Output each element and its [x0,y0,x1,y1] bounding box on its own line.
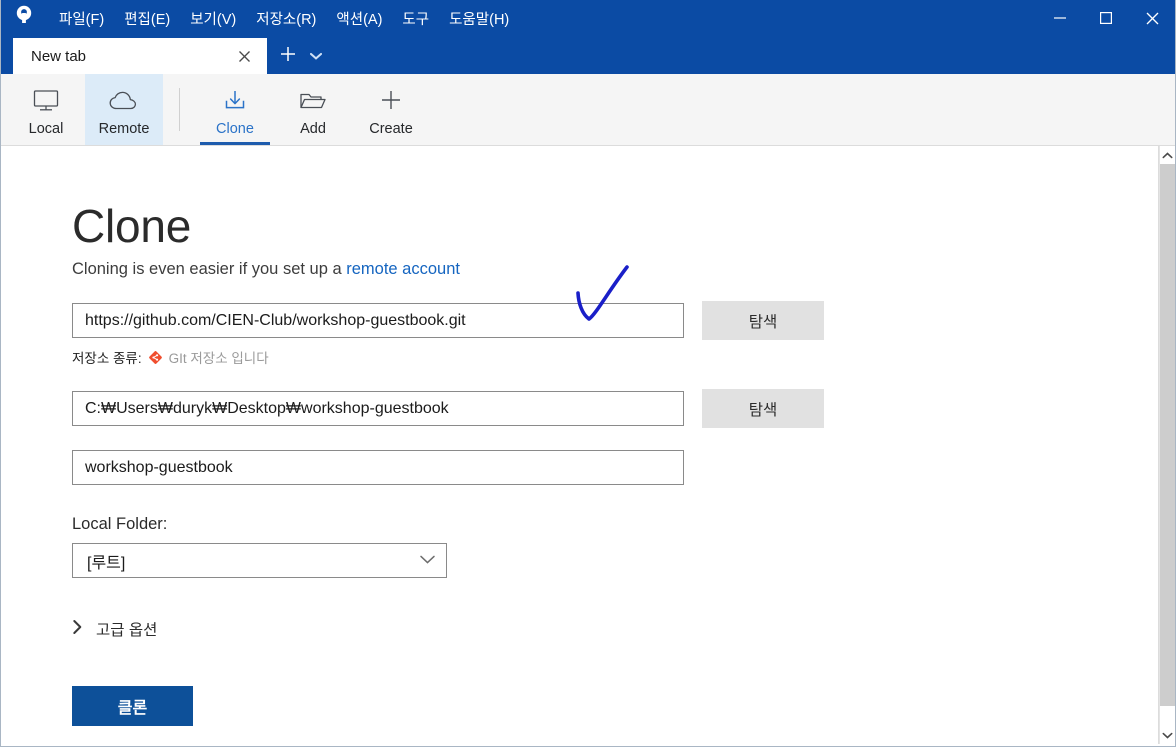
tab-strip: New tab [1,36,1175,74]
toolbar-label-remote: Remote [98,121,150,137]
toolbar-button-create[interactable]: Create [352,74,430,145]
local-folder-selected-value: [루트] [87,554,126,572]
menu-item-repository[interactable]: 저장소(R) [246,4,326,33]
git-diamond-icon [148,350,163,365]
maximize-icon [1099,11,1113,25]
destination-path-row: C:₩Users₩duryk₩Desktop₩workshop-guestboo… [72,389,1158,429]
cloud-icon [107,86,141,116]
toolbar-button-clone[interactable]: Clone [196,74,274,145]
clone-form: Clone Cloning is even easier if you set … [1,146,1158,727]
page-subtitle: Cloning is even easier if you set up a r… [72,260,1158,279]
menu-bar: 파일(F) 편집(E) 보기(V) 저장소(R) 액션(A) 도구 도움말(H) [49,4,519,33]
advanced-options-toggle[interactable]: 고급 옵션 [72,618,157,640]
remote-account-link[interactable]: remote account [346,260,460,278]
destination-path-input[interactable]: C:₩Users₩duryk₩Desktop₩workshop-guestboo… [72,391,684,427]
window-controls [1037,0,1175,36]
menu-item-file[interactable]: 파일(F) [49,4,114,33]
chevron-down-icon [419,552,436,570]
vertical-scrollbar[interactable] [1159,146,1175,744]
minimize-button[interactable] [1037,0,1083,36]
plus-icon [377,86,405,116]
tab-close-icon[interactable] [233,45,255,67]
menu-item-help[interactable]: 도움말(H) [439,4,519,33]
toolbar-label-local: Local [28,121,64,137]
page-title: Clone [72,200,192,252]
folder-icon [297,86,329,116]
destination-path-browse-button[interactable]: 탐색 [702,389,824,429]
toolbar-button-local[interactable]: Local [7,74,85,145]
content-wrapper: Clone Cloning is even easier if you set … [1,146,1175,744]
repository-name-row: workshop-guestbook [72,450,1158,486]
new-tab-button[interactable] [273,38,303,74]
toolbar-button-remote[interactable]: Remote [85,74,163,145]
subtitle-text: Cloning is even easier if you set up a [72,260,347,279]
local-folder-label: Local Folder: [72,515,168,534]
scrollbar-track[interactable] [1160,164,1175,726]
repository-type-label: 저장소 종류: [72,351,142,367]
menu-item-actions[interactable]: 액션(A) [326,4,392,33]
repository-type-value: GIt 저장소 입니다 [168,351,269,367]
menu-item-tools[interactable]: 도구 [392,4,439,33]
chevron-up-icon [1162,146,1173,164]
menu-item-view[interactable]: 보기(V) [180,4,246,33]
toolbar-button-add[interactable]: Add [274,74,352,145]
repository-type-status: 저장소 종류: GIt 저장소 입니다 [72,347,1158,367]
minimize-icon [1053,11,1067,25]
tab-label: New tab [31,47,87,65]
scrollbar-up-button[interactable] [1160,146,1175,164]
clone-submit-button[interactable]: 클론 [72,686,193,727]
chevron-right-icon [72,619,83,640]
source-url-row: https://github.com/CIEN-Club/workshop-gu… [72,301,1158,341]
clone-panel: Clone Cloning is even easier if you set … [1,146,1159,744]
application-window: 파일(F) 편집(E) 보기(V) 저장소(R) 액션(A) 도구 도움말(H) [0,0,1176,747]
source-url-browse-button[interactable]: 탐색 [702,301,824,341]
sourcetree-keyhole-icon [12,4,36,33]
scrollbar-down-button[interactable] [1160,726,1175,744]
advanced-options-label: 고급 옵션 [96,622,158,640]
toolbar-label-create: Create [369,121,413,137]
maximize-button[interactable] [1083,0,1129,36]
toolbar-separator [179,88,180,131]
tab-list-dropdown-button[interactable] [303,38,329,74]
close-button[interactable] [1129,0,1175,36]
title-bar: 파일(F) 편집(E) 보기(V) 저장소(R) 액션(A) 도구 도움말(H) [1,0,1175,36]
toolbar-label-clone: Clone [216,121,254,137]
plus-icon [279,43,297,69]
app-logo [1,0,47,36]
chevron-down-icon [1162,726,1173,744]
scrollbar-thumb[interactable] [1160,164,1175,706]
close-icon [1145,11,1160,26]
local-folder-select[interactable]: [루트] [72,543,447,579]
main-toolbar: Local Remote Clone Add Create [1,74,1175,146]
download-tray-icon [220,86,250,116]
toolbar-label-add: Add [300,121,326,137]
monitor-icon [31,86,61,116]
tab-new-tab[interactable]: New tab [13,38,267,74]
menu-item-edit[interactable]: 편집(E) [114,4,180,33]
repository-name-input[interactable]: workshop-guestbook [72,450,684,486]
source-url-input[interactable]: https://github.com/CIEN-Club/workshop-gu… [72,303,684,339]
chevron-down-icon [309,47,323,65]
